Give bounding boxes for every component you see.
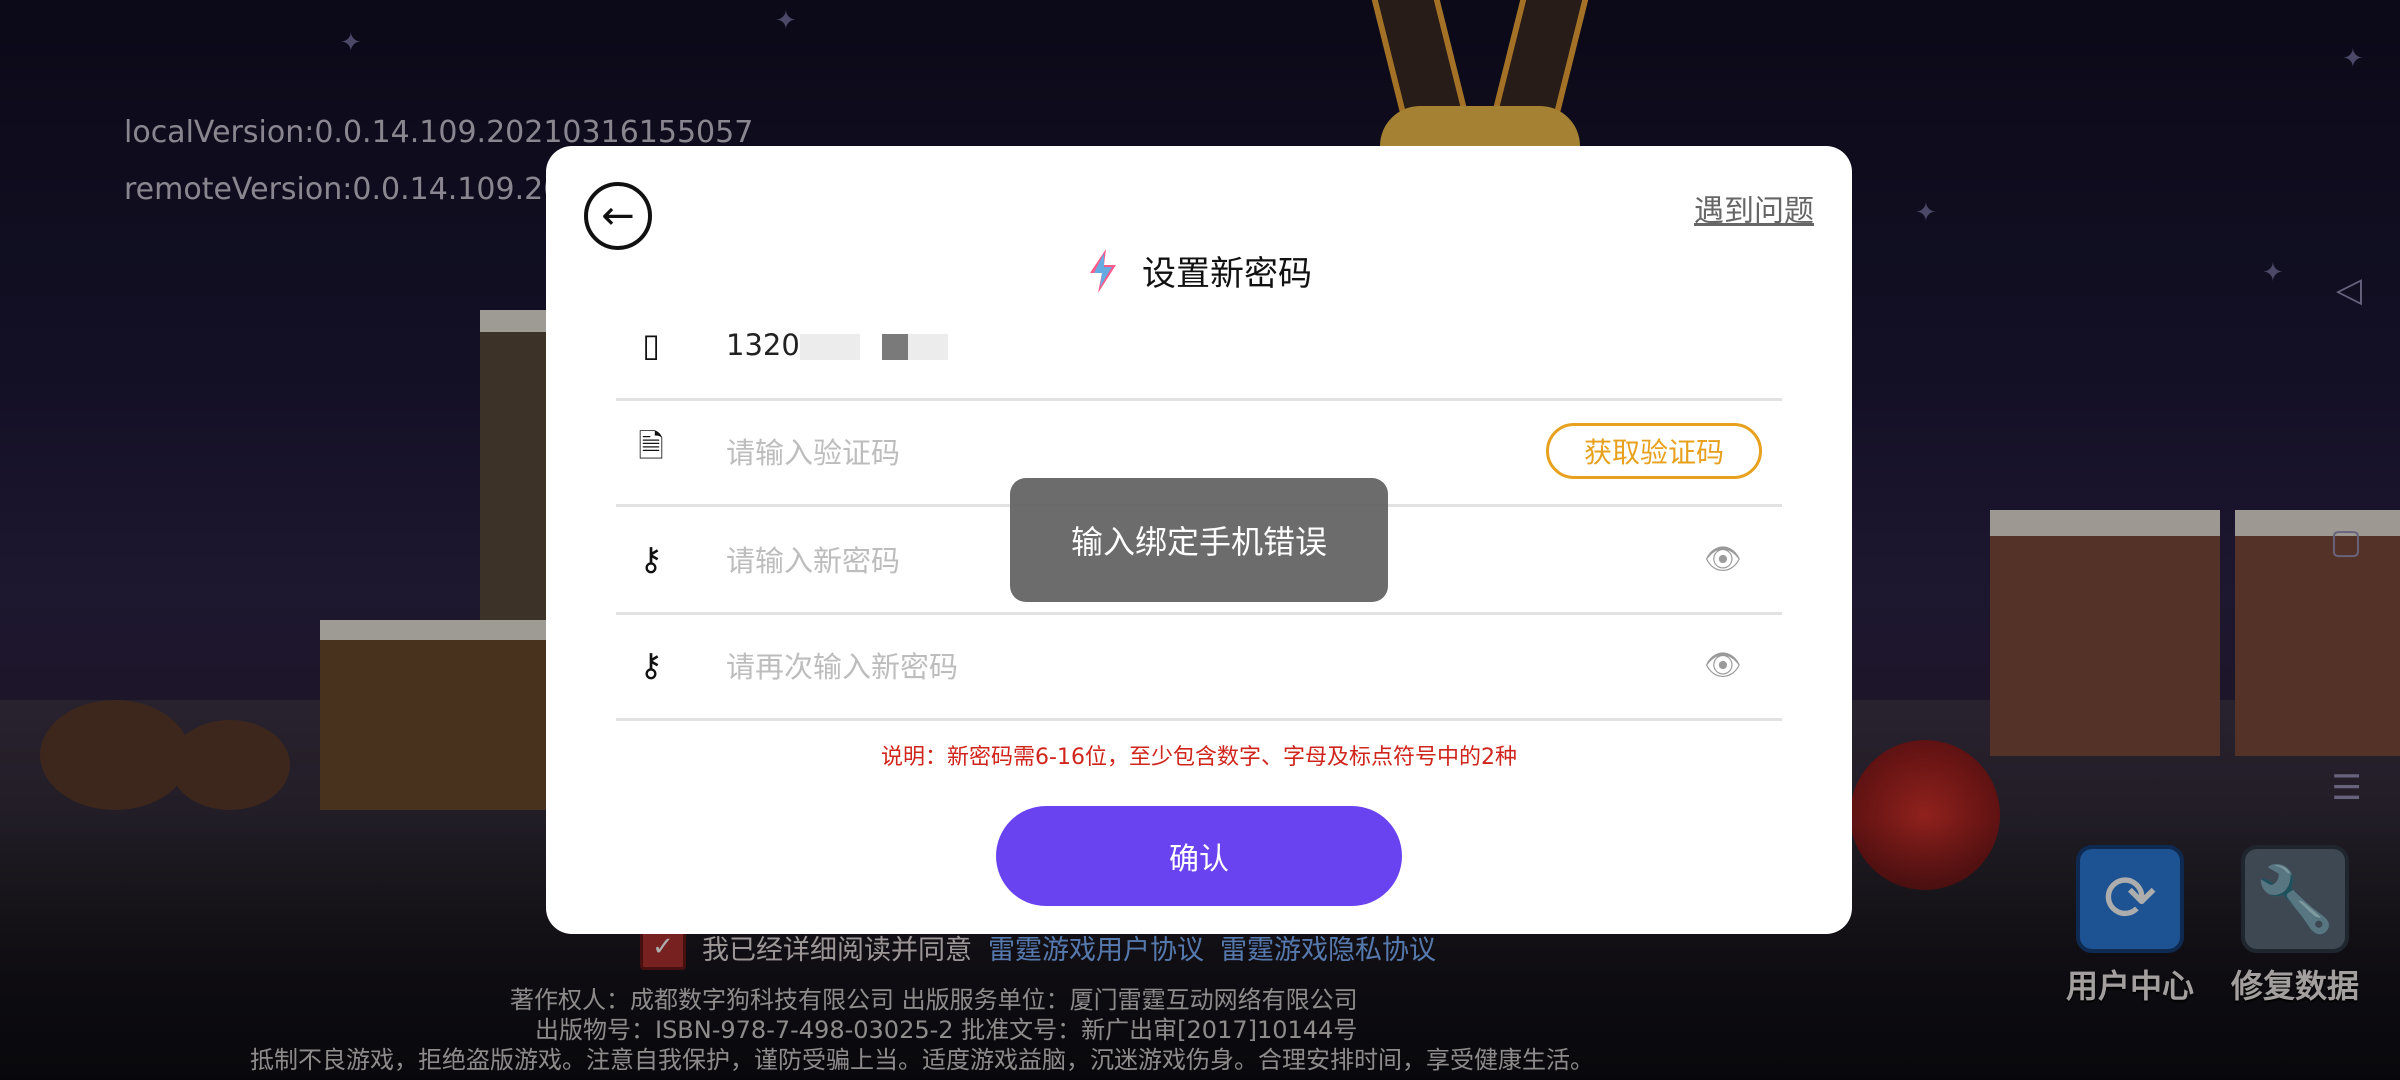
phone-value: 1320 xyxy=(726,328,800,362)
password-rule-note: 说明：新密码需6-16位，至少包含数字、字母及标点符号中的2种 xyxy=(881,745,1517,770)
confirm-password-input[interactable]: 请再次输入新密码 xyxy=(726,644,1782,686)
confirm-password-row[interactable]: ⚷ 请再次输入新密码 👁 xyxy=(616,612,1782,721)
mobile-phone-icon: ▯ xyxy=(642,326,660,364)
document-icon: 🗎 xyxy=(638,427,664,465)
dialog-header: 设置新密码 xyxy=(546,246,1852,295)
redaction-mask xyxy=(799,334,860,360)
redaction-mask xyxy=(881,334,908,360)
help-link[interactable]: 遇到问题 xyxy=(1694,186,1814,230)
phone-input[interactable]: 1320 xyxy=(726,328,1782,362)
confirm-button[interactable]: 确认 xyxy=(996,806,1402,906)
dialog-title: 设置新密码 xyxy=(1142,254,1312,294)
phone-row[interactable]: ▯ 1320 xyxy=(616,292,1782,401)
get-code-button[interactable]: 获取验证码 xyxy=(1546,423,1762,479)
eye-icon[interactable]: 👁 xyxy=(1704,648,1742,683)
back-arrow-icon[interactable]: ← xyxy=(584,182,652,250)
eye-icon[interactable]: 👁 xyxy=(1704,542,1742,577)
key-icon: ⚷ xyxy=(639,540,663,578)
lightning-icon xyxy=(1090,248,1116,293)
error-toast: 输入绑定手机错误 xyxy=(1010,478,1388,602)
redaction-mask xyxy=(907,334,948,360)
key-icon: ⚷ xyxy=(639,646,663,684)
